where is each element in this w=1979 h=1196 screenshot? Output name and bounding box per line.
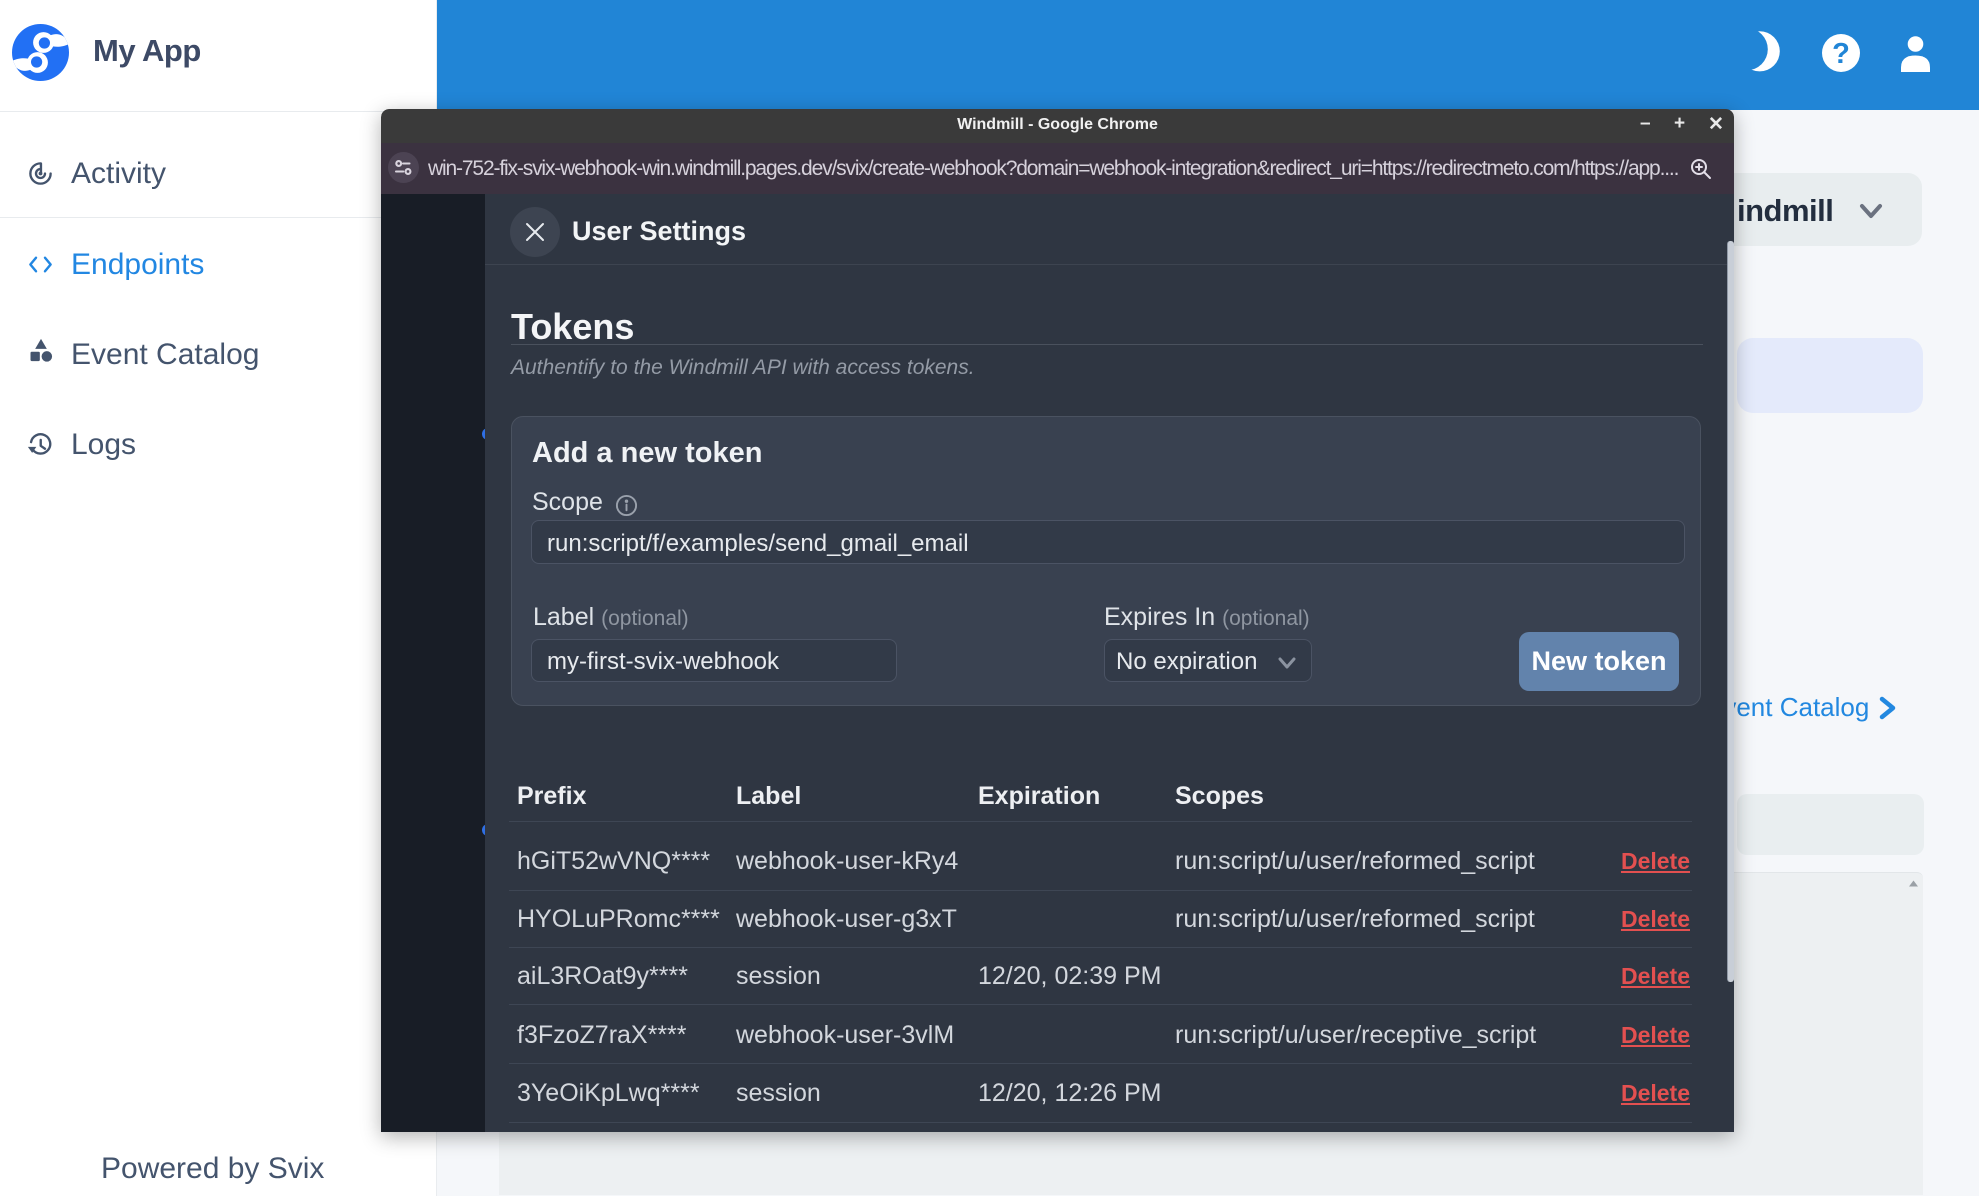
svg-text:?: ? [1832, 38, 1850, 70]
